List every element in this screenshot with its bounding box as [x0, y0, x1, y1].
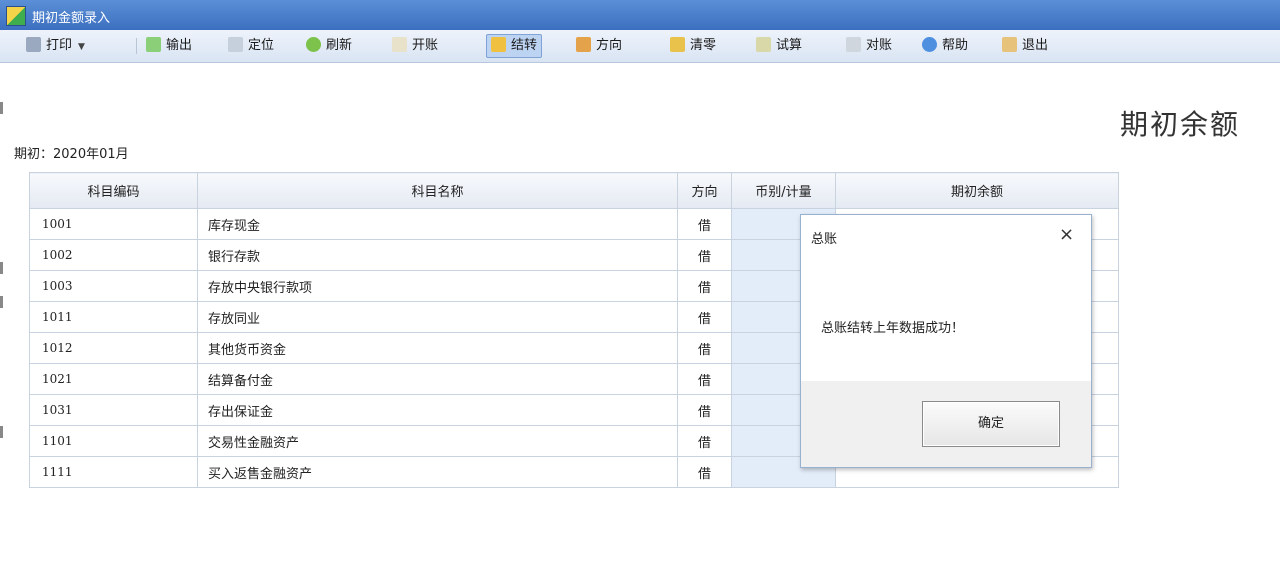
direction-button[interactable]: 方向 — [572, 35, 626, 57]
carry-forward-icon — [491, 37, 506, 52]
reconcile-button[interactable]: 对账 — [842, 35, 896, 57]
help-button[interactable]: 帮助 — [918, 35, 972, 57]
account-name-cell[interactable]: 结算备付金 — [197, 363, 678, 395]
direction-cell[interactable]: 借 — [677, 394, 732, 426]
column-header-direction[interactable]: 方向 — [677, 172, 732, 209]
refresh-button[interactable]: 刷新 — [302, 35, 356, 57]
refresh-icon — [306, 37, 321, 52]
account-name-cell[interactable]: 存放中央银行款项 — [197, 270, 678, 302]
page-title: 期初余额 — [1120, 108, 1241, 141]
locate-icon — [228, 37, 243, 52]
dialog-header: 总账 × — [801, 215, 1091, 255]
locate-button[interactable]: 定位 — [224, 35, 278, 57]
account-name-cell[interactable]: 存出保证金 — [197, 394, 678, 426]
direction-cell[interactable]: 借 — [677, 456, 732, 488]
dialog-title: 总账 — [811, 232, 838, 247]
account-code-cell[interactable]: 1012 — [29, 332, 198, 364]
account-name-cell[interactable]: 买入返售金融资产 — [197, 456, 678, 488]
output-icon — [146, 37, 161, 52]
carry-forward-button[interactable]: 结转 — [486, 34, 543, 58]
toolbar-separator — [136, 38, 137, 54]
clear-button[interactable]: 清零 — [666, 35, 720, 57]
close-icon[interactable]: × — [1059, 224, 1074, 245]
column-header-name[interactable]: 科目名称 — [197, 172, 678, 209]
toolbar: 打印 ▼ 输出 定位 刷新 开账 结转 方向 清零 试算 对账 帮助 退出 — [0, 30, 1280, 63]
window-title: 期初金额录入 — [32, 11, 111, 26]
account-code-cell[interactable]: 1031 — [29, 394, 198, 426]
account-name-cell[interactable]: 银行存款 — [197, 239, 678, 271]
direction-cell[interactable]: 借 — [677, 208, 732, 240]
dialog-footer: 确定 — [801, 381, 1091, 467]
trial-balance-icon — [756, 37, 771, 52]
trial-balance-button[interactable]: 试算 — [752, 35, 806, 57]
account-code-cell[interactable]: 1011 — [29, 301, 198, 333]
column-header-currency[interactable]: 币别/计量 — [731, 172, 836, 209]
ok-button[interactable]: 确定 — [922, 401, 1060, 447]
reconcile-icon — [846, 37, 861, 52]
period-label: 期初：2020年01月 — [14, 147, 129, 162]
output-button[interactable]: 输出 — [142, 35, 196, 57]
direction-cell[interactable]: 借 — [677, 332, 732, 364]
account-code-cell[interactable]: 1021 — [29, 363, 198, 395]
account-code-cell[interactable]: 1003 — [29, 270, 198, 302]
chevron-down-icon[interactable]: ▼ — [78, 36, 85, 58]
account-code-cell[interactable]: 1001 — [29, 208, 198, 240]
account-name-cell[interactable]: 存放同业 — [197, 301, 678, 333]
account-code-cell[interactable]: 1101 — [29, 425, 198, 457]
help-icon — [922, 37, 937, 52]
dialog-message: 总账结转上年数据成功！ — [821, 321, 965, 336]
account-code-cell[interactable]: 1111 — [29, 456, 198, 488]
direction-icon — [576, 37, 591, 52]
column-header-code[interactable]: 科目编码 — [29, 172, 198, 209]
direction-cell[interactable]: 借 — [677, 270, 732, 302]
print-button[interactable]: 打印 ▼ — [22, 35, 89, 57]
account-name-cell[interactable]: 交易性金融资产 — [197, 425, 678, 457]
direction-cell[interactable]: 借 — [677, 301, 732, 333]
clear-icon — [670, 37, 685, 52]
direction-cell[interactable]: 借 — [677, 363, 732, 395]
direction-cell[interactable]: 借 — [677, 239, 732, 271]
printer-icon — [26, 37, 41, 52]
column-header-opening-balance[interactable]: 期初余额 — [835, 172, 1119, 209]
table-header-row: 科目编码 科目名称 方向 币别/计量 期初余额 — [29, 172, 1119, 209]
exit-icon — [1002, 37, 1017, 52]
open-account-icon — [392, 37, 407, 52]
message-dialog: 总账 × 总账结转上年数据成功！ 确定 — [800, 214, 1092, 468]
account-name-cell[interactable]: 库存现金 — [197, 208, 678, 240]
account-name-cell[interactable]: 其他货币资金 — [197, 332, 678, 364]
exit-button[interactable]: 退出 — [998, 35, 1052, 57]
app-icon — [6, 6, 26, 26]
left-edge-marks — [0, 96, 6, 516]
account-code-cell[interactable]: 1002 — [29, 239, 198, 271]
direction-cell[interactable]: 借 — [677, 425, 732, 457]
title-bar: 期初金额录入 — [0, 0, 1280, 30]
open-account-button[interactable]: 开账 — [388, 35, 442, 57]
